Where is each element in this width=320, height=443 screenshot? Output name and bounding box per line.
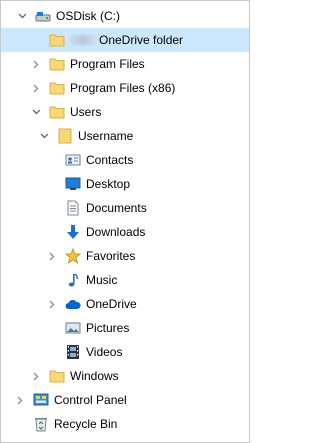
tree-item-program-files[interactable]: Program Files xyxy=(1,52,249,76)
tree-item-videos[interactable]: Videos xyxy=(1,340,249,364)
film-icon xyxy=(65,344,81,360)
tree-item-label: Windows xyxy=(70,369,119,383)
chevron-down-icon[interactable] xyxy=(39,124,49,148)
folder-icon xyxy=(49,56,65,72)
contacts-icon xyxy=(65,152,81,168)
tree-item-recycle-bin[interactable]: Recycle Bin xyxy=(1,412,249,436)
tree-item-label: Desktop xyxy=(86,177,131,191)
chevron-down-icon[interactable] xyxy=(31,100,41,124)
tree-item-music[interactable]: Music xyxy=(1,268,249,292)
redacted-text xyxy=(70,35,96,45)
folder-icon xyxy=(49,368,65,384)
tree-item-onedrive[interactable]: OneDrive xyxy=(1,292,249,316)
documents-icon xyxy=(65,200,81,216)
tree-item-windows[interactable]: Windows xyxy=(1,364,249,388)
tree-item-onedrive-folder[interactable]: OneDrive folder xyxy=(1,28,249,52)
chevron-right-icon[interactable] xyxy=(15,388,25,412)
tree-item-label: Control Panel xyxy=(54,393,127,407)
navigation-tree: OSDisk (C:) OneDrive folder Program File… xyxy=(0,0,250,443)
star-icon xyxy=(65,248,81,264)
tree-item-label: Videos xyxy=(86,345,123,359)
tree-item-osdisk[interactable]: OSDisk (C:) xyxy=(1,4,249,28)
folder-icon xyxy=(49,104,65,120)
tree-item-label: Users xyxy=(70,105,102,119)
tree-item-label: Contacts xyxy=(86,153,134,167)
tree-item-program-files-x86[interactable]: Program Files (x86) xyxy=(1,76,249,100)
tree-item-label: Recycle Bin xyxy=(54,417,118,431)
chevron-down-icon[interactable] xyxy=(17,4,27,28)
music-note-icon xyxy=(65,272,81,288)
tree-item-label: Program Files (x86) xyxy=(70,81,176,95)
tree-item-label: Music xyxy=(86,273,118,287)
tree-item-documents[interactable]: Documents xyxy=(1,196,249,220)
tree-item-favorites[interactable]: Favorites xyxy=(1,244,249,268)
folder-icon xyxy=(57,128,73,144)
tree-item-label: Favorites xyxy=(86,249,136,263)
tree-item-username[interactable]: Username xyxy=(1,124,249,148)
tree-item-label: Pictures xyxy=(86,321,130,335)
tree-item-label: Username xyxy=(78,129,134,143)
tree-item-users[interactable]: Users xyxy=(1,100,249,124)
tree-item-label: Documents xyxy=(86,201,147,215)
chevron-right-icon[interactable] xyxy=(31,52,41,76)
tree-item-desktop[interactable]: Desktop xyxy=(1,172,249,196)
chevron-right-icon[interactable] xyxy=(47,244,57,268)
chevron-right-icon[interactable] xyxy=(31,76,41,100)
chevron-right-icon[interactable] xyxy=(31,364,41,388)
hard-drive-icon xyxy=(35,8,51,24)
pictures-icon xyxy=(65,320,81,336)
tree-item-downloads[interactable]: Downloads xyxy=(1,220,249,244)
folder-icon xyxy=(49,32,65,48)
tree-item-label: Downloads xyxy=(86,225,146,239)
download-icon xyxy=(65,224,81,240)
chevron-right-icon[interactable] xyxy=(47,292,57,316)
folder-icon xyxy=(49,80,65,96)
tree-item-control-panel[interactable]: Control Panel xyxy=(1,388,249,412)
tree-item-label: Program Files xyxy=(70,57,145,71)
tree-item-pictures[interactable]: Pictures xyxy=(1,316,249,340)
recycle-bin-icon xyxy=(33,416,49,432)
tree-item-contacts[interactable]: Contacts xyxy=(1,148,249,172)
cloud-icon xyxy=(65,296,81,312)
tree-item-label: OSDisk (C:) xyxy=(56,9,120,23)
tree-item-label: OneDrive folder xyxy=(99,33,184,47)
control-panel-icon xyxy=(33,392,49,408)
desktop-icon xyxy=(65,176,81,192)
tree-item-label: OneDrive xyxy=(86,297,137,311)
